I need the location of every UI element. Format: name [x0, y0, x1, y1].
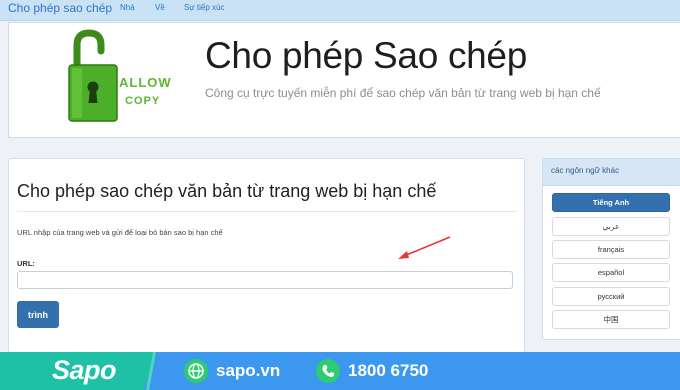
top-navbar: Cho phép sao chép Nhà Về Sự tiếp xúc [0, 0, 680, 21]
heading-divider [17, 211, 517, 212]
language-chinese[interactable]: 中国 [552, 310, 670, 329]
language-english[interactable]: Tiếng Anh [552, 193, 670, 212]
logo-text-allow: ALLOW [119, 75, 172, 90]
logo-text-copy: COPY [125, 95, 160, 107]
nav-item-home[interactable]: Nhà [120, 3, 135, 12]
banner-website: sapo.vn [216, 361, 281, 380]
nav-item-about[interactable]: Về [155, 3, 165, 12]
globe-icon [184, 359, 208, 383]
sapo-ad-banner[interactable]: Sapo sapo.vn 1800 6750 [0, 352, 680, 390]
language-russian[interactable]: русский [552, 287, 670, 306]
languages-header-label: các ngôn ngữ khác [551, 166, 620, 175]
url-label: URL: [17, 259, 35, 268]
navbar-brand[interactable]: Cho phép sao chép [8, 1, 112, 15]
annotation-arrow-icon [398, 236, 451, 259]
language-french[interactable]: français [552, 240, 670, 259]
banner-phone: 1800 6750 [348, 361, 429, 380]
site-title: Cho phép Sao chép [205, 35, 527, 76]
sapo-logo: Sapo [52, 355, 117, 385]
other-languages-panel: các ngôn ngữ khác Tiếng Anh عربي françai… [542, 158, 680, 340]
phone-icon [316, 359, 340, 383]
site-header: ALLOW COPY Cho phép Sao chép Công cụ trự… [8, 22, 680, 138]
submit-button[interactable]: trình [17, 301, 59, 328]
language-arabic[interactable]: عربي [552, 217, 670, 236]
form-description: URL nhập của trang web và gửi để loại bỏ… [17, 228, 223, 237]
nav-item-contact[interactable]: Sự tiếp xúc [184, 3, 224, 12]
form-heading: Cho phép sao chép văn bản từ trang web b… [17, 181, 437, 201]
language-spanish[interactable]: español [552, 263, 670, 282]
url-input[interactable] [17, 271, 513, 289]
site-subtitle: Công cụ trực tuyến miễn phí để sao chép … [205, 86, 601, 100]
languages-header: các ngôn ngữ khác [543, 159, 680, 186]
allow-copy-logo: ALLOW COPY [68, 29, 172, 122]
